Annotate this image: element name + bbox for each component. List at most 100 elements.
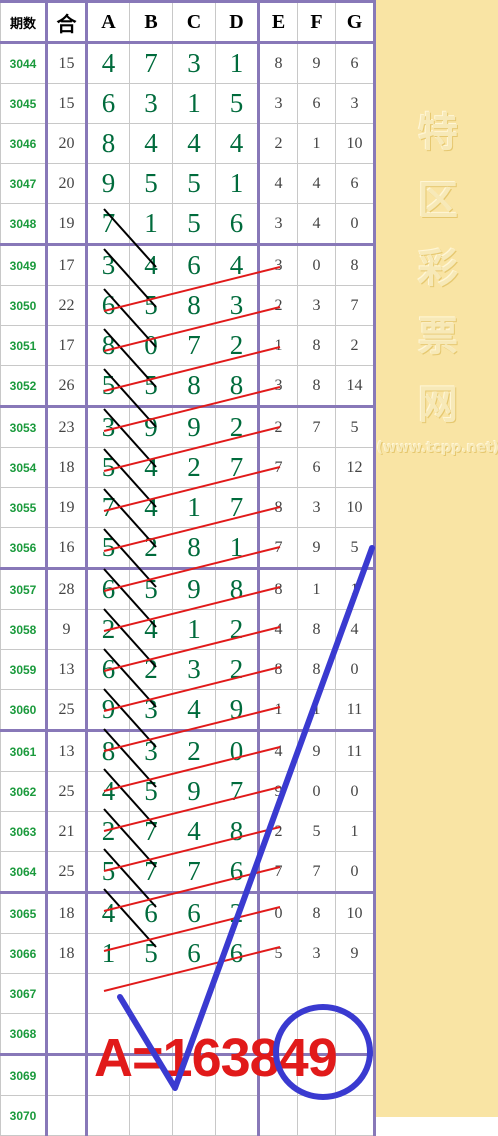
col-b-cell: 5 xyxy=(129,365,173,407)
col-b-cell xyxy=(129,1095,173,1136)
col-c-cell: 9 xyxy=(172,771,216,812)
col-d-cell: 1 xyxy=(215,42,260,84)
col-e-cell: 0 xyxy=(258,891,298,934)
result-text: A=163849 xyxy=(94,1028,338,1088)
col-f-cell: 7 xyxy=(297,405,336,448)
col-a-cell: 2 xyxy=(86,609,130,650)
col-c-cell: 6 xyxy=(172,933,216,974)
table-row: 3044 15 4 7 3 1 8 9 6 xyxy=(0,42,376,84)
col-a-cell: 6 xyxy=(86,285,130,326)
period-cell: 3067 xyxy=(0,973,48,1014)
col-e-cell: 3 xyxy=(258,83,298,124)
period-cell: 3045 xyxy=(0,83,48,124)
header-row: 期数 合 A B C D E F G xyxy=(0,0,376,44)
col-c-cell: 7 xyxy=(172,325,216,366)
period-cell: 3052 xyxy=(0,365,48,407)
col-a-cell: 7 xyxy=(86,487,130,528)
col-b-cell: 4 xyxy=(129,487,173,528)
col-f-cell: 8 xyxy=(297,609,336,650)
col-b-cell: 9 xyxy=(129,405,173,448)
col-a-cell: 5 xyxy=(86,365,130,407)
table-row: 3058 9 2 4 1 2 4 8 4 xyxy=(0,609,376,650)
col-e-cell: 8 xyxy=(258,567,298,610)
col-e-cell: 7 xyxy=(258,851,298,893)
sum-cell: 28 xyxy=(46,567,88,610)
sum-cell: 18 xyxy=(46,891,88,934)
period-cell: 3048 xyxy=(0,203,48,245)
col-g-cell xyxy=(335,1053,376,1096)
col-c-cell: 9 xyxy=(172,567,216,610)
header-col-g: G xyxy=(335,0,376,44)
period-cell: 3069 xyxy=(0,1053,48,1096)
col-a-cell: 4 xyxy=(86,771,130,812)
sum-cell: 18 xyxy=(46,447,88,488)
header-col-d: D xyxy=(215,0,260,44)
col-a-cell: 6 xyxy=(86,83,130,124)
period-cell: 3049 xyxy=(0,243,48,286)
table-row: 3052 26 5 5 8 8 3 8 14 xyxy=(0,365,376,407)
col-e-cell: 3 xyxy=(258,243,298,286)
col-d-cell: 4 xyxy=(215,243,260,286)
table-row: 3055 19 7 4 1 7 8 3 10 xyxy=(0,487,376,528)
col-b-cell: 5 xyxy=(129,771,173,812)
col-d-cell: 9 xyxy=(215,689,260,731)
col-e-cell: 4 xyxy=(258,729,298,772)
col-a-cell xyxy=(86,1095,130,1136)
col-b-cell: 7 xyxy=(129,42,173,84)
col-e-cell: 7 xyxy=(258,447,298,488)
col-a-cell: 4 xyxy=(86,42,130,84)
col-d-cell xyxy=(215,1095,260,1136)
col-a-cell: 5 xyxy=(86,851,130,893)
period-cell: 3066 xyxy=(0,933,48,974)
col-e-cell: 8 xyxy=(258,487,298,528)
col-b-cell: 7 xyxy=(129,811,173,852)
col-b-cell: 2 xyxy=(129,649,173,690)
period-cell: 3046 xyxy=(0,123,48,164)
sum-cell: 17 xyxy=(46,325,88,366)
table-row: 3065 18 4 6 6 2 0 8 10 xyxy=(0,891,376,934)
table-row: 3056 16 5 2 8 1 7 9 5 xyxy=(0,527,376,569)
header-col-f: F xyxy=(297,0,336,44)
col-b-cell: 3 xyxy=(129,729,173,772)
period-cell: 3060 xyxy=(0,689,48,731)
table-row: 3060 25 9 3 4 9 1 1 11 xyxy=(0,689,376,731)
sum-cell: 17 xyxy=(46,243,88,286)
col-b-cell: 4 xyxy=(129,123,173,164)
col-e-cell: 1 xyxy=(258,689,298,731)
col-f-cell: 4 xyxy=(297,203,336,245)
period-cell: 3057 xyxy=(0,567,48,610)
col-c-cell: 1 xyxy=(172,83,216,124)
col-g-cell: 1 xyxy=(335,811,376,852)
period-cell: 3062 xyxy=(0,771,48,812)
col-a-cell: 9 xyxy=(86,163,130,204)
col-c-cell: 2 xyxy=(172,447,216,488)
sum-cell: 15 xyxy=(46,83,88,124)
period-cell: 3050 xyxy=(0,285,48,326)
col-c-cell: 8 xyxy=(172,285,216,326)
side-watermark-panel: 特 区 彩 票 网 (www.tcpp.net) xyxy=(374,0,498,1117)
col-g-cell: 12 xyxy=(335,447,376,488)
col-d-cell: 5 xyxy=(215,83,260,124)
col-f-cell xyxy=(297,973,336,1014)
col-b-cell: 5 xyxy=(129,567,173,610)
col-d-cell: 7 xyxy=(215,487,260,528)
sum-cell: 20 xyxy=(46,163,88,204)
col-c-cell: 8 xyxy=(172,365,216,407)
watermark-char: 区 xyxy=(418,178,458,224)
table-row: 3061 13 8 3 2 0 4 9 11 xyxy=(0,729,376,772)
header-sum: 合 xyxy=(46,0,88,44)
col-f-cell: 7 xyxy=(297,851,336,893)
col-e-cell: 4 xyxy=(258,163,298,204)
header-period: 期数 xyxy=(0,0,48,44)
period-cell: 3061 xyxy=(0,729,48,772)
col-f-cell: 9 xyxy=(297,527,336,569)
col-f-cell: 9 xyxy=(297,42,336,84)
col-e-cell: 3 xyxy=(258,203,298,245)
col-a-cell: 3 xyxy=(86,243,130,286)
sum-cell: 25 xyxy=(46,689,88,731)
lottery-table-area: 期数 合 A B C D E F G 3044 15 4 7 3 1 8 9 6 3045 15 6 3… xyxy=(0,0,376,1136)
col-e-cell xyxy=(258,973,298,1014)
sum-cell: 18 xyxy=(46,933,88,974)
col-d-cell: 8 xyxy=(215,365,260,407)
col-c-cell: 6 xyxy=(172,243,216,286)
